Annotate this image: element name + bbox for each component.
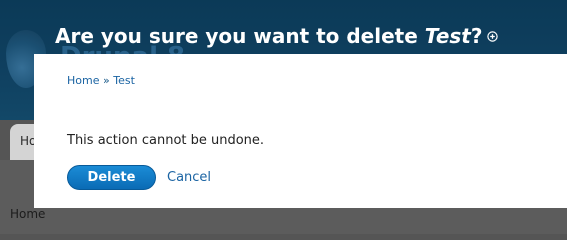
breadcrumb-home-link[interactable]: Home xyxy=(67,74,99,87)
close-icon[interactable] xyxy=(487,31,499,42)
form-actions: Delete Cancel xyxy=(67,164,211,190)
cancel-link[interactable]: Cancel xyxy=(167,170,211,185)
delete-button[interactable]: Delete xyxy=(67,164,156,190)
confirm-delete-dialog: Home » Test This action cannot be undone… xyxy=(34,54,567,208)
dialog-title-suffix: ? xyxy=(470,24,483,48)
dialog-title-prefix: Are you sure you want to delete xyxy=(55,24,425,48)
breadcrumb: Home » Test xyxy=(67,74,135,87)
warning-message: This action cannot be undone. xyxy=(67,133,265,148)
background-breadcrumb: Home xyxy=(10,207,46,221)
breadcrumb-separator: » xyxy=(99,74,114,87)
dialog-title-item: Test xyxy=(424,24,471,48)
breadcrumb-current-link[interactable]: Test xyxy=(113,74,135,87)
dialog-title: Are you sure you want to delete Test? xyxy=(55,24,499,48)
